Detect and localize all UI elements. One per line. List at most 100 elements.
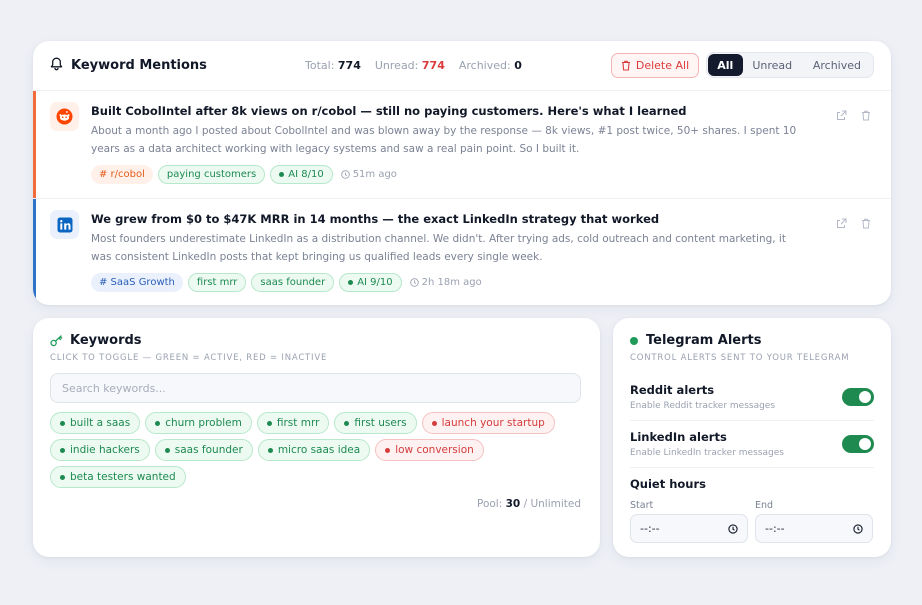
- keyword-chip-label: built a saas: [70, 417, 131, 429]
- reddit-alerts-row: Reddit alerts Enable Reddit tracker mess…: [630, 383, 874, 411]
- keyword-chip[interactable]: micro saas idea: [257, 439, 371, 461]
- mention-tags: # SaaS Growth first mrr saas founder AI …: [91, 273, 801, 292]
- telegram-title: Telegram Alerts: [646, 333, 762, 348]
- status-dot-icon: [267, 447, 273, 453]
- mention-tags: # r/cobol paying customers AI 8/10 51m a…: [91, 165, 801, 184]
- linkedin-icon: [50, 210, 79, 239]
- keywords-subtitle: CLICK TO TOGGLE — GREEN = ACTIVE, RED = …: [50, 353, 328, 363]
- end-label: End: [755, 500, 774, 511]
- trash-icon[interactable]: [861, 218, 871, 229]
- mention-headline[interactable]: We grew from $0 to $47K MRR in 14 months…: [91, 212, 801, 226]
- status-dot-icon: [60, 474, 65, 480]
- mention-accent-bar: [33, 91, 36, 198]
- stat-archived: Archived: 0: [458, 59, 522, 72]
- keyword-chip[interactable]: saas founder: [154, 439, 253, 461]
- divider: [630, 420, 874, 421]
- mention-actions: [822, 218, 871, 229]
- ai-score-badge: AI 9/10: [339, 273, 402, 292]
- trash-icon: [621, 60, 630, 71]
- clock-icon: [853, 523, 863, 534]
- keyword-chip[interactable]: first users: [334, 412, 417, 434]
- keyword-chip-label: saas founder: [174, 444, 243, 456]
- start-label: Start: [630, 500, 654, 511]
- mention-actions: [822, 110, 871, 121]
- status-dot-icon: [266, 420, 272, 426]
- keyword-chip[interactable]: built a saas: [50, 412, 141, 434]
- bell-icon: [50, 56, 63, 75]
- pool-counter: Pool: 30 / Unlimited: [476, 498, 581, 510]
- keywords-panel: Keywords CLICK TO TOGGLE — GREEN = ACTIV…: [33, 318, 600, 557]
- reddit-icon: [50, 102, 79, 131]
- keyword-chip-label: indie hackers: [70, 444, 140, 456]
- keyword-mentions-panel: Keyword Mentions Total: 774 Unread: 774 …: [33, 41, 891, 305]
- mention-accent-bar: [33, 199, 36, 305]
- search-keywords-input[interactable]: [50, 373, 581, 403]
- quiet-hours-start-input[interactable]: --:--: [630, 514, 748, 543]
- tab-archived[interactable]: Archived: [802, 54, 872, 76]
- reddit-alerts-description: Enable Reddit tracker messages: [630, 401, 776, 411]
- tab-unread[interactable]: Unread: [743, 54, 802, 76]
- mention-timestamp: 51m ago: [340, 169, 397, 180]
- keyword-chip[interactable]: low conversion: [375, 439, 484, 461]
- telegram-subtitle: CONTROL ALERTS SENT TO YOUR TELEGRAM: [630, 353, 850, 363]
- divider: [630, 467, 874, 468]
- keywords-title: Keywords: [70, 333, 142, 348]
- external-link-icon[interactable]: [836, 110, 847, 121]
- linkedin-alerts-description: Enable LinkedIn tracker messages: [630, 448, 784, 458]
- keyword-chip[interactable]: launch your startup: [421, 412, 555, 434]
- mention-timestamp: 2h 18m ago: [409, 277, 482, 288]
- keyword-badge: first mrr: [187, 273, 247, 292]
- mention-item-reddit[interactable]: Built CobolIntel after 8k views on r/cob…: [33, 91, 891, 199]
- quiet-hours-title: Quiet hours: [630, 477, 706, 491]
- trash-icon[interactable]: [861, 110, 871, 121]
- clock-icon: [409, 278, 419, 287]
- clock-icon: [728, 523, 738, 534]
- keywords-title-row: Keywords: [50, 333, 142, 348]
- stat-unread: Unread: 774: [374, 59, 445, 72]
- linkedin-alerts-label: LinkedIn alerts: [630, 430, 727, 444]
- group-badge: # SaaS Growth: [91, 273, 183, 292]
- keyword-chip-list: built a saas churn problem first mrr first …: [50, 412, 585, 493]
- keyword-chip-label: low conversion: [395, 444, 474, 456]
- keyword-chip[interactable]: churn problem: [145, 412, 252, 434]
- keyword-chip-label: beta testers wanted: [70, 471, 176, 483]
- status-dot-icon: [385, 447, 391, 453]
- delete-all-button[interactable]: Delete All: [611, 53, 699, 78]
- keyword-chip[interactable]: indie hackers: [50, 439, 150, 461]
- telegram-alerts-panel: Telegram Alerts CONTROL ALERTS SENT TO Y…: [613, 318, 891, 557]
- mentions-title: Keyword Mentions: [71, 58, 207, 73]
- mentions-filter-tabs: All Unread Archived: [706, 52, 874, 78]
- reddit-alerts-toggle[interactable]: [842, 388, 874, 406]
- status-dot-icon: [164, 447, 170, 453]
- keyword-chip-label: first users: [354, 417, 407, 429]
- ai-score-badge: AI 8/10: [270, 165, 333, 184]
- status-dot-icon: [630, 336, 638, 345]
- keyword-chip-label: launch your startup: [441, 417, 545, 429]
- key-icon: [50, 334, 63, 346]
- mention-headline[interactable]: Built CobolIntel after 8k views on r/cob…: [91, 104, 801, 118]
- mention-excerpt: About a month ago I posted about CobolIn…: [91, 125, 797, 155]
- keyword-chip[interactable]: beta testers wanted: [50, 466, 186, 488]
- external-link-icon[interactable]: [836, 218, 847, 229]
- status-dot-icon: [344, 420, 350, 426]
- mention-excerpt: Most founders underestimate LinkedIn as …: [91, 233, 786, 263]
- keyword-chip[interactable]: first mrr: [256, 412, 330, 434]
- tab-all[interactable]: All: [708, 54, 743, 76]
- linkedin-alerts-toggle[interactable]: [842, 435, 874, 453]
- keyword-badge: saas founder: [251, 273, 335, 292]
- status-dot-icon: [60, 447, 65, 453]
- stat-total: Total: 774: [305, 59, 361, 72]
- keyword-chip-label: micro saas idea: [277, 444, 361, 456]
- status-dot-icon: [155, 420, 161, 426]
- linkedin-alerts-row: LinkedIn alerts Enable LinkedIn tracker …: [630, 430, 874, 458]
- telegram-title-row: Telegram Alerts: [630, 333, 762, 348]
- keyword-chip-label: first mrr: [276, 417, 320, 429]
- mentions-header: Keyword Mentions Total: 774 Unread: 774 …: [33, 41, 891, 91]
- clock-icon: [340, 170, 350, 179]
- quiet-hours-end-input[interactable]: --:--: [755, 514, 873, 543]
- reddit-alerts-label: Reddit alerts: [630, 383, 715, 397]
- mentions-stats: Total: 774 Unread: 774 Archived: 0: [305, 59, 536, 72]
- status-dot-icon: [60, 420, 65, 426]
- keyword-badge: paying customers: [157, 165, 266, 184]
- mention-item-linkedin[interactable]: We grew from $0 to $47K MRR in 14 months…: [33, 199, 891, 305]
